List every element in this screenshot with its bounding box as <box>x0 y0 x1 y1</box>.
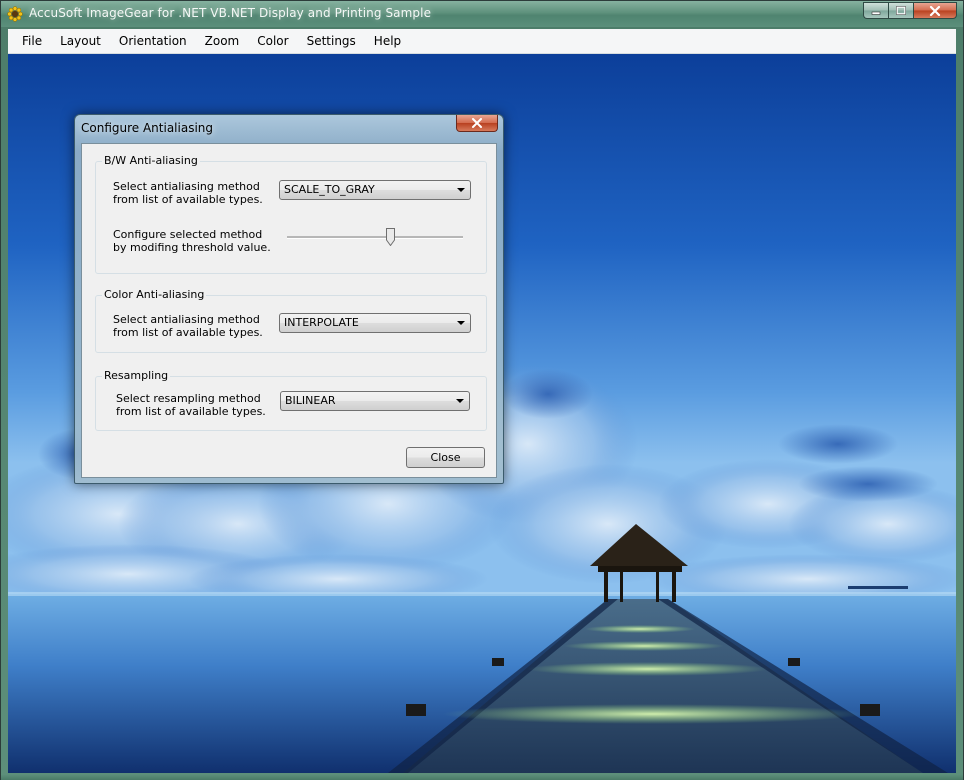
menu-help[interactable]: Help <box>365 29 410 53</box>
minimize-button[interactable] <box>863 2 888 19</box>
bw-method-combobox[interactable]: SCALE_TO_GRAY <box>279 180 471 200</box>
color-method-description: Select antialiasing method from list of … <box>113 313 263 339</box>
close-button[interactable]: Close <box>406 447 485 468</box>
bw-antialiasing-group: B/W Anti-aliasing Select antialiasing me… <box>95 154 487 274</box>
window-title: AccuSoft ImageGear for .NET VB.NET Displ… <box>29 6 432 20</box>
bw-threshold-slider[interactable] <box>287 228 463 248</box>
window-close-button[interactable] <box>913 2 957 19</box>
color-method-value: INTERPOLATE <box>284 316 359 329</box>
resampling-method-combobox[interactable]: BILINEAR <box>280 391 470 411</box>
menu-orientation[interactable]: Orientation <box>110 29 196 53</box>
dialog-title: Configure Antialiasing <box>81 121 214 135</box>
dialog-close-x-button[interactable] <box>456 115 498 132</box>
resampling-method-value: BILINEAR <box>285 394 336 407</box>
caption-buttons <box>863 2 957 20</box>
app-window: AccuSoft ImageGear for .NET VB.NET Displ… <box>0 0 964 780</box>
dialog-body: B/W Anti-aliasing Select antialiasing me… <box>81 143 497 478</box>
color-group-label: Color Anti-aliasing <box>102 288 207 302</box>
menu-layout[interactable]: Layout <box>51 29 110 53</box>
maximize-button[interactable] <box>888 2 913 19</box>
color-method-combobox[interactable]: INTERPOLATE <box>279 313 471 333</box>
menu-bar: File Layout Orientation Zoom Color Setti… <box>8 29 956 54</box>
slider-track <box>287 236 463 239</box>
menu-zoom[interactable]: Zoom <box>196 29 249 53</box>
chevron-down-icon <box>457 188 465 192</box>
chevron-down-icon <box>456 399 464 403</box>
title-bar[interactable]: AccuSoft ImageGear for .NET VB.NET Displ… <box>1 1 963 27</box>
configure-antialiasing-dialog: Configure Antialiasing B/W Anti-aliasing… <box>74 114 504 484</box>
chevron-down-icon <box>457 321 465 325</box>
image-display-area[interactable]: Configure Antialiasing B/W Anti-aliasing… <box>8 54 956 773</box>
color-antialiasing-group: Color Anti-aliasing Select antialiasing … <box>95 288 487 353</box>
close-icon <box>472 118 482 128</box>
slider-thumb[interactable] <box>386 228 395 246</box>
bw-threshold-description: Configure selected method by modifing th… <box>113 228 271 254</box>
bw-method-description: Select antialiasing method from list of … <box>113 180 263 206</box>
bw-method-value: SCALE_TO_GRAY <box>284 183 375 196</box>
close-icon <box>929 5 941 16</box>
menu-file[interactable]: File <box>8 29 51 53</box>
resampling-group-label: Resampling <box>102 369 171 383</box>
minimize-icon <box>871 11 881 15</box>
menu-settings[interactable]: Settings <box>298 29 365 53</box>
menu-color[interactable]: Color <box>248 29 297 53</box>
sunflower-icon[interactable] <box>7 6 23 22</box>
resampling-group: Resampling Select resampling method from… <box>95 369 487 431</box>
bw-group-label: B/W Anti-aliasing <box>102 154 200 168</box>
maximize-icon <box>896 5 906 15</box>
resampling-method-description: Select resampling method from list of av… <box>116 392 266 418</box>
window-bottom-border <box>1 774 963 780</box>
